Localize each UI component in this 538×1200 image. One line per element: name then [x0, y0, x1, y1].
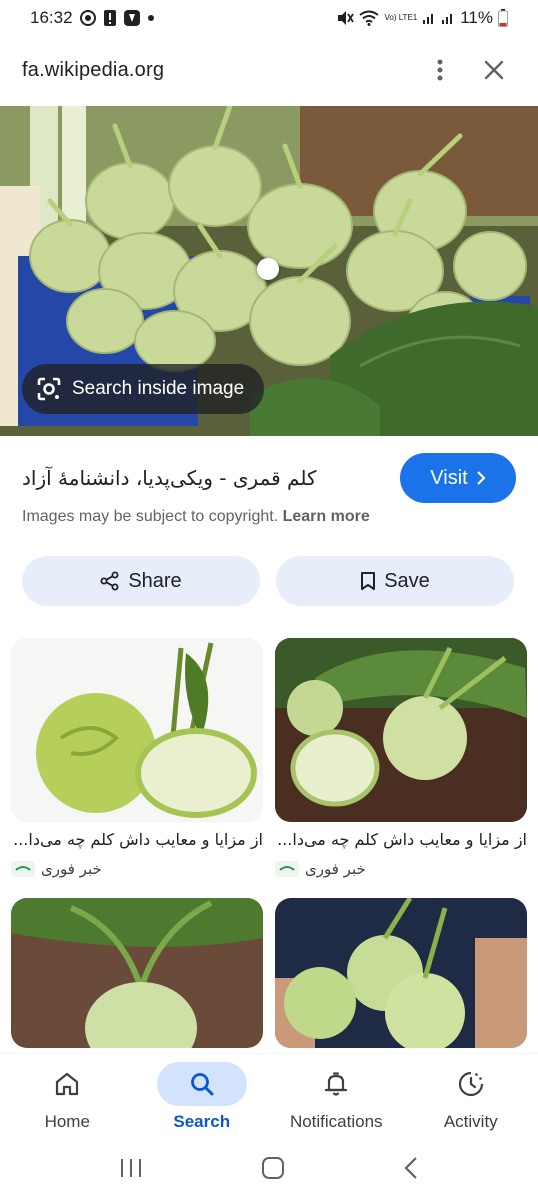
source-name: خبر فوری [41, 860, 102, 878]
battery-icon [498, 9, 508, 27]
wifi-icon [359, 10, 380, 26]
kohlrabi-soil-image [11, 898, 263, 1048]
nav-notifications-icon-wrap [291, 1062, 381, 1106]
home-square-icon [262, 1156, 284, 1179]
learn-more-link[interactable]: Learn more [283, 508, 370, 525]
status-right: Vo) LTE1 11% [336, 8, 508, 28]
status-left: 16:32 [30, 8, 155, 28]
back-chevron-icon [404, 1156, 417, 1179]
nav-search[interactable]: Search [142, 1062, 262, 1132]
home-system-button[interactable] [261, 1156, 285, 1185]
share-label: Share [128, 569, 182, 592]
result-title-row: کلم قمری - ویکی‌پدیا، دانشنامهٔ آزاد Vis… [0, 450, 538, 506]
more-notifications-dot-icon [147, 14, 155, 22]
nav-search-label: Search [173, 1112, 231, 1131]
lens-icon [37, 377, 61, 401]
more-vert-icon [437, 59, 443, 81]
visit-label: Visit [430, 466, 468, 489]
activity-history-icon [458, 1071, 483, 1097]
kohlrabi-hands-image [275, 898, 527, 1048]
whatsapp-icon [79, 9, 97, 27]
copyright-text: Images may be subject to copyright. [22, 508, 279, 525]
status-time: 16:32 [30, 8, 73, 27]
source-logo-icon [11, 861, 35, 877]
related-title[interactable]: از مزایا و معایب داش کلم چه می‌دا... [275, 830, 527, 854]
bookmark-icon [361, 572, 376, 590]
related-thumbnail[interactable] [275, 638, 527, 822]
nav-notifications[interactable]: Notifications [276, 1062, 396, 1132]
share-icon [100, 571, 119, 591]
more-options-button[interactable] [418, 48, 462, 92]
share-button[interactable]: Share [22, 556, 260, 606]
visual-match-dot[interactable] [257, 258, 279, 280]
related-card[interactable]: از مزایا و معایب داش کلم چه می‌دا... خبر… [275, 638, 527, 898]
related-thumbnail[interactable] [11, 638, 263, 822]
app-notification-icon [123, 9, 141, 27]
result-title[interactable]: کلم قمری - ویکی‌پدیا، دانشنامهٔ آزاد [22, 466, 400, 490]
network-label: Vo) LTE1 [384, 13, 418, 22]
search-inside-label: Search inside image [72, 378, 245, 399]
related-images-grid: از مزایا و معایب داش کلم چه می‌دا... خبر… [11, 638, 527, 1048]
nav-activity[interactable]: Activity [411, 1062, 531, 1132]
search-icon [190, 1073, 214, 1096]
related-thumbnail[interactable] [275, 898, 527, 1048]
nav-notifications-label: Notifications [289, 1112, 383, 1131]
kohlrabi-cut-image [11, 638, 263, 822]
source-logo-icon [275, 861, 299, 877]
related-source: خبر فوری [275, 854, 527, 884]
related-title[interactable]: از مزایا و معایب داش کلم چه می‌دا... [11, 830, 263, 854]
save-button[interactable]: Save [276, 556, 514, 606]
nav-activity-icon-wrap [426, 1062, 516, 1106]
close-icon [484, 60, 504, 80]
search-inside-image-button[interactable]: Search inside image [22, 364, 265, 414]
alert-icon [103, 9, 117, 27]
signal-2-icon [441, 11, 455, 25]
system-navigation [0, 1140, 538, 1200]
url-bar: fa.wikipedia.org [0, 36, 538, 104]
related-source: خبر فوری [11, 854, 263, 884]
kohlrabi-board-image [275, 638, 527, 822]
related-card[interactable] [275, 898, 527, 1048]
save-label: Save [384, 569, 430, 592]
result-image[interactable]: Search inside image [0, 106, 538, 436]
recents-icon [121, 1158, 141, 1177]
recents-button[interactable] [119, 1157, 143, 1184]
related-card[interactable] [11, 898, 263, 1048]
nav-activity-label: Activity [443, 1112, 498, 1131]
nav-search-icon-wrap [156, 1062, 247, 1106]
close-button[interactable] [472, 48, 516, 92]
visit-button[interactable]: Visit [400, 453, 516, 503]
result-actions: Share Save [22, 556, 514, 606]
home-icon [56, 1072, 79, 1096]
mute-icon [336, 10, 355, 26]
chevron-right-icon [476, 471, 486, 485]
related-card[interactable]: از مزایا و معایب داش کلم چه می‌دا... خبر… [11, 638, 263, 898]
bottom-navigation: Home Search Notifications Activity [0, 1054, 538, 1140]
back-button[interactable] [403, 1156, 419, 1185]
page-url[interactable]: fa.wikipedia.org [22, 59, 408, 82]
nav-home-icon-wrap [22, 1062, 112, 1106]
nav-home-label: Home [44, 1112, 90, 1131]
signal-1-icon [422, 11, 436, 25]
bell-icon [325, 1072, 348, 1096]
source-name: خبر فوری [305, 860, 366, 878]
nav-home[interactable]: Home [7, 1062, 127, 1132]
battery-percent: 11% [460, 8, 493, 27]
copyright-notice: Images may be subject to copyright. Lear… [22, 508, 370, 526]
related-thumbnail[interactable] [11, 898, 263, 1048]
status-bar: 16:32 Vo) LTE1 11% [0, 0, 538, 36]
